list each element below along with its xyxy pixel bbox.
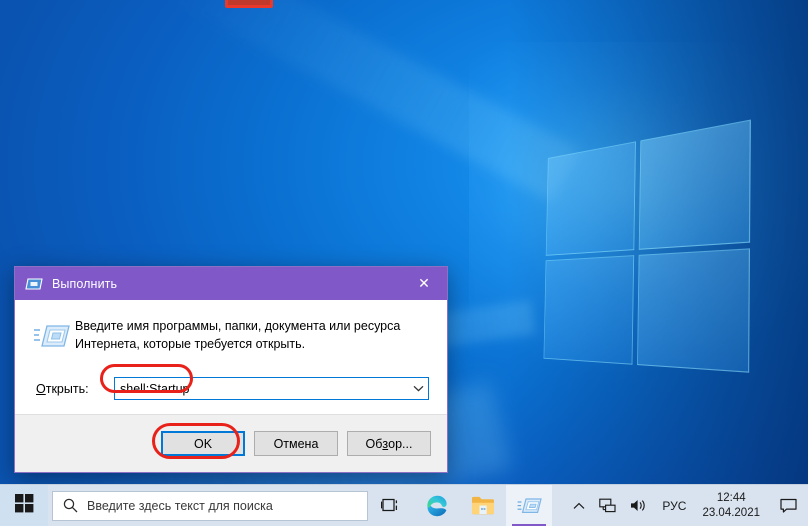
open-field-label: Открыть: [36, 382, 114, 396]
open-label-accel: О [36, 381, 46, 396]
clock-date: 23.04.2021 [702, 506, 760, 519]
prompt-text: Введите имя программы, папки, документа … [75, 319, 401, 351]
search-icon [53, 498, 87, 513]
prompt-row: Введите имя программы, папки, документа … [15, 300, 447, 357]
run-app-icon [25, 276, 43, 292]
run-large-icon [29, 316, 75, 357]
dialog-footer: OK Отмена Об з ор... [15, 414, 447, 472]
run-dialog[interactable]: Выполнить ✕ Введите имя программы, папки… [14, 266, 448, 473]
language-indicator[interactable]: РУС [654, 499, 694, 513]
open-label-rest: ткрыть: [45, 381, 89, 396]
clock-time: 12:44 [716, 492, 746, 505]
task-view-icon[interactable] [368, 485, 414, 526]
cancel-button[interactable]: Отмена [254, 431, 338, 456]
network-icon[interactable] [592, 485, 623, 526]
search-box[interactable]: Введите здесь текст для поиска [52, 490, 368, 521]
browse-label-prefix: Об [365, 436, 383, 451]
dialog-title: Выполнить [52, 276, 118, 291]
open-input-value[interactable]: shell:Startup [115, 382, 408, 396]
dialog-body: Введите имя программы, папки, документа … [15, 300, 447, 414]
start-button[interactable] [0, 484, 48, 526]
taskbar[interactable]: Введите здесь текст для поиска РУС 12:44… [0, 484, 808, 526]
browse-label-suffix: ор... [388, 436, 413, 451]
chevron-down-icon[interactable] [408, 378, 428, 399]
close-icon[interactable]: ✕ [401, 267, 447, 300]
microsoft-edge-icon[interactable] [414, 485, 460, 526]
clock[interactable]: 12:44 23.04.2021 [694, 485, 768, 526]
browse-button[interactable]: Об з ор... [347, 431, 431, 456]
system-tray: РУС 12:44 23.04.2021 [566, 485, 808, 526]
open-row: Открыть: shell:Startup [15, 357, 447, 400]
run-dialog-taskbar-icon[interactable] [506, 484, 552, 526]
search-input[interactable]: Введите здесь текст для поиска [87, 499, 273, 513]
volume-icon[interactable] [623, 485, 654, 526]
desktop[interactable]: Выполнить ✕ Введите имя программы, папки… [0, 0, 808, 526]
chevron-up-icon[interactable] [566, 485, 592, 526]
windows-start-icon [14, 493, 34, 518]
ok-button[interactable]: OK [161, 431, 245, 456]
windows-hero-logo-icon [543, 119, 751, 373]
action-center-icon[interactable] [768, 485, 808, 526]
file-explorer-icon[interactable] [460, 485, 506, 526]
dialog-titlebar[interactable]: Выполнить ✕ [15, 267, 447, 300]
red-highlight-clipped [225, 0, 273, 8]
open-combobox[interactable]: shell:Startup [114, 377, 429, 400]
